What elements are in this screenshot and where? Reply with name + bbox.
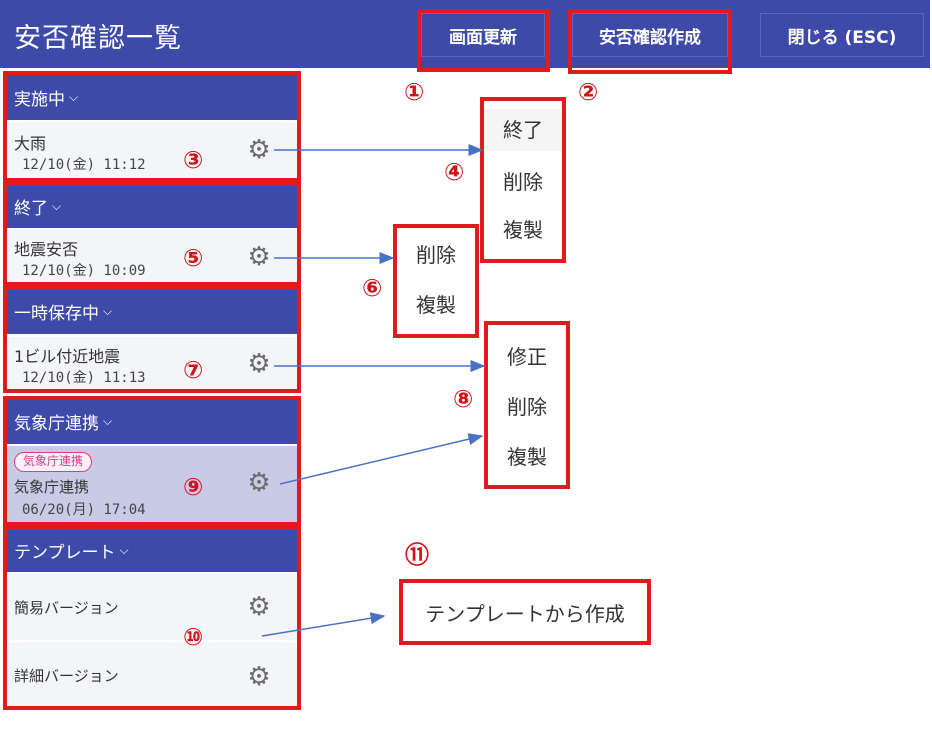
highlight-box <box>3 396 301 526</box>
highlight-box <box>3 182 301 286</box>
highlight-box <box>393 224 479 338</box>
arrow-from-jma <box>279 433 484 485</box>
highlight-box <box>568 9 732 74</box>
callout-4: ④ <box>444 158 465 186</box>
callout-6: ⑥ <box>362 274 383 302</box>
highlight-box <box>484 321 570 489</box>
highlight-box <box>480 97 566 263</box>
callout-5: ⑤ <box>183 244 204 272</box>
callout-11: ⑪ <box>405 541 429 569</box>
page-title: 安否確認一覧 <box>14 23 182 54</box>
callout-3: ③ <box>183 146 204 174</box>
callout-9: ⑨ <box>183 473 204 501</box>
highlight-box <box>3 286 301 393</box>
callout-8: ⑧ <box>453 385 474 413</box>
callout-1: ① <box>404 78 425 106</box>
close-button[interactable]: 閉じる (ESC) <box>760 13 924 57</box>
highlight-box <box>3 526 301 710</box>
highlight-box <box>399 579 651 645</box>
highlight-box <box>417 9 550 72</box>
callout-2: ② <box>578 78 599 106</box>
callout-7: ⑦ <box>183 356 204 384</box>
highlight-box <box>3 71 301 182</box>
callout-10: ⑩ <box>183 623 204 651</box>
